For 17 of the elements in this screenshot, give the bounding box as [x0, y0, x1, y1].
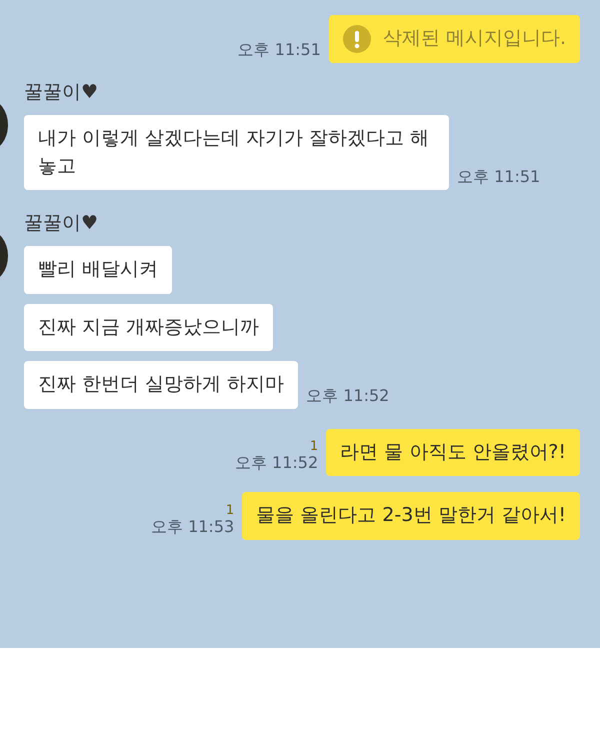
- message-text: 삭제된 메시지입니다.: [382, 26, 566, 52]
- message-bubble: 빨리 배달시켜: [24, 246, 172, 294]
- unread-count: 1: [226, 504, 234, 517]
- message-bubble: 진짜 지금 개짜증났으니까: [24, 304, 274, 352]
- sender-name: 꿀꿀이♥: [24, 80, 100, 105]
- message-time: 오후 11:53: [150, 516, 234, 538]
- message-time: 오후 11:52: [306, 386, 390, 407]
- warning-icon: [342, 25, 371, 53]
- message-bubble: 진짜 한번더 실망하게 하지마: [24, 361, 298, 409]
- unread-count: 1: [310, 440, 318, 454]
- message-time: 오후 11:52: [234, 453, 318, 474]
- message-time: 오후 11:51: [238, 40, 321, 61]
- message-bubble: 내가 이렇게 살겠다는데 자기가 잘하겠다고 해놓고: [24, 115, 449, 190]
- message-text: 물을 올린다고 2-3번 말한거 같아서!: [256, 504, 566, 526]
- message-text: 라면 물 아직도 안올렸어?!: [340, 440, 566, 463]
- sender-name: 꿀꿀이♥: [24, 211, 100, 236]
- message-time: 오후 11:51: [457, 167, 540, 188]
